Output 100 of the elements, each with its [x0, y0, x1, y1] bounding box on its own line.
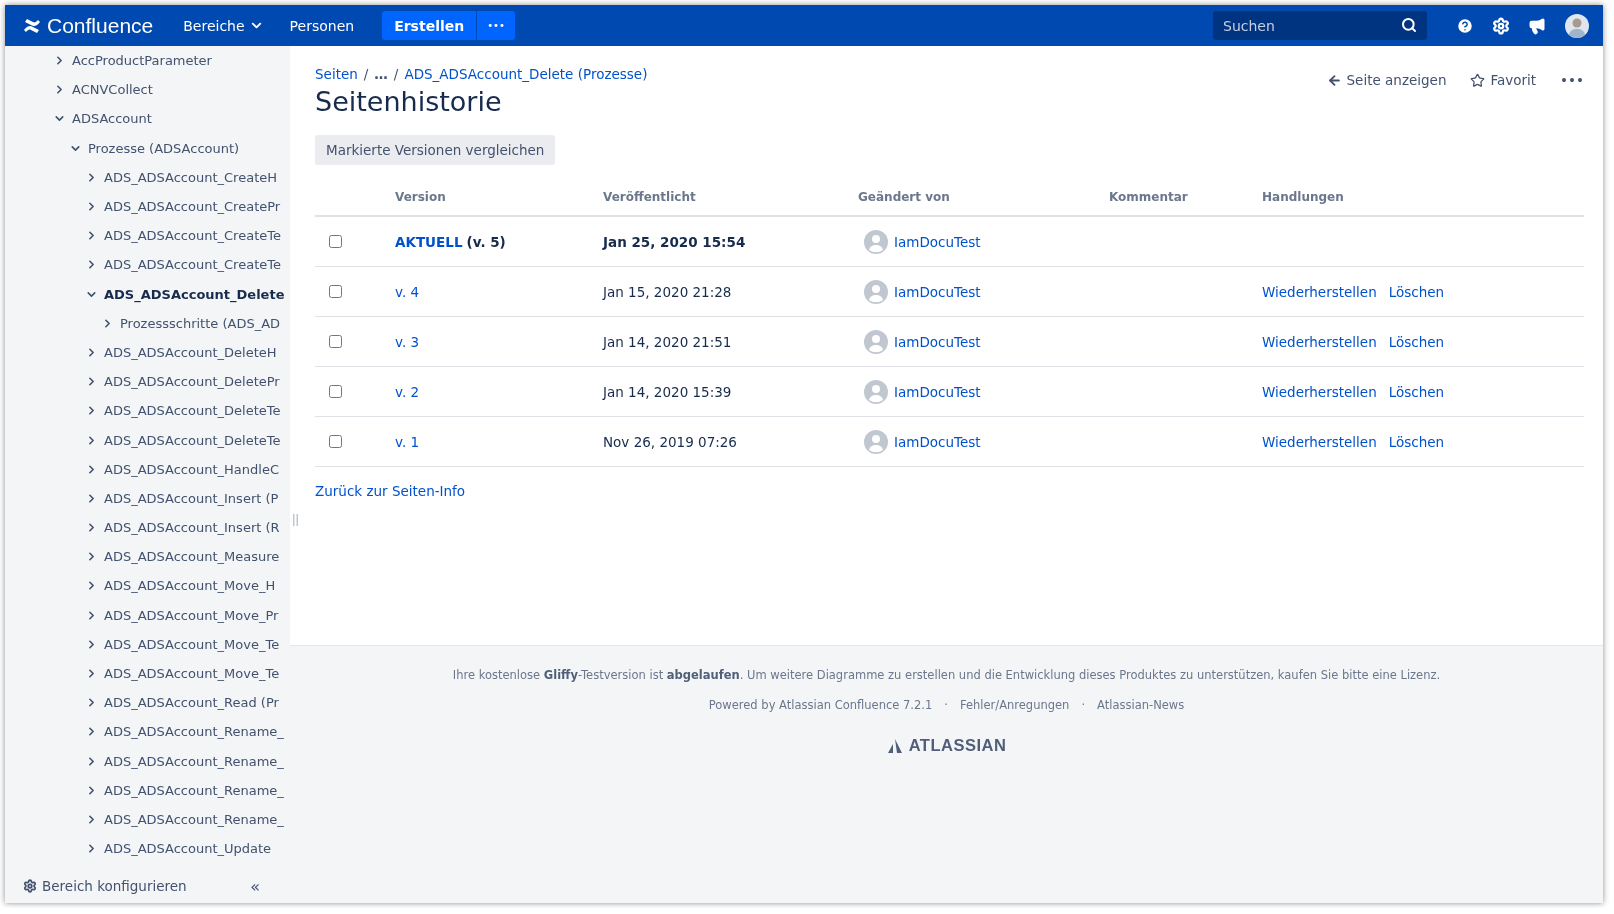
author-link[interactable]: IamDocuTest [894, 383, 981, 400]
tree-item[interactable]: Prozesse (ADSAccount) [5, 133, 290, 163]
tree-item[interactable]: ADS_ADSAccount_Rename_ [5, 746, 290, 776]
user-avatar [864, 329, 888, 354]
tree-item[interactable]: ADS_ADSAccount_Rename_ [5, 804, 290, 835]
author-link[interactable]: IamDocuTest [894, 233, 981, 250]
row-checkbox[interactable] [329, 435, 342, 448]
tree-item[interactable]: ADS_ADSAccount_CreateH [5, 162, 290, 192]
author-link[interactable]: IamDocuTest [894, 333, 981, 350]
breadcrumb-link[interactable]: Seiten [315, 66, 358, 82]
footer-separator: · [1080, 698, 1087, 712]
tree-item[interactable]: ADS_ADSAccount_Move_Te [5, 658, 290, 689]
tree-item[interactable]: ADS_ADSAccount_Move_Te [5, 629, 290, 659]
footer-link[interactable]: Fehler/Anregungen [959, 698, 1070, 712]
page-title: Seitenhistorie [315, 86, 503, 117]
tree-item[interactable]: AccProductParameter [5, 46, 290, 76]
footer-text: Powered by Atlassian Confluence 7.2.1 [708, 698, 933, 712]
help-icon[interactable] [1456, 16, 1474, 35]
tree-item[interactable]: ADS_ADSAccount_DeletePr [5, 367, 290, 397]
tree-item[interactable]: ADS_ADSAccount_HandleC [5, 454, 290, 484]
action-link[interactable]: Wiederherstellen [1262, 283, 1377, 300]
more-actions-button[interactable]: ••• [1560, 72, 1584, 88]
brand-name: ATLASSIAN [908, 736, 1007, 755]
collapse-sidebar-button[interactable]: « [250, 876, 260, 896]
row-checkbox[interactable] [329, 285, 342, 298]
tree-item[interactable]: ADS_ADSAccount_DeleteH [5, 337, 290, 368]
published-date: Jan 15, 2020 21:28 [603, 283, 733, 300]
breadcrumb-separator: / [393, 66, 399, 82]
column-header: Veröffentlicht [603, 190, 697, 204]
tree-item[interactable]: ADS_ADSAccount_Rename_ [5, 775, 290, 805]
version-link[interactable]: v. 3 [395, 333, 420, 350]
compare-button[interactable]: Markierte Versionen vergleichen [315, 135, 556, 165]
tree-item[interactable]: ADS_ADSAccount_Move_H [5, 571, 290, 601]
action-link[interactable]: Wiederherstellen [1262, 383, 1377, 400]
tree-item[interactable]: ADS_ADSAccount_Move_Pr [5, 600, 290, 630]
app-name[interactable]: Confluence [47, 13, 154, 38]
action-link[interactable]: Wiederherstellen [1262, 433, 1377, 450]
tree-item[interactable]: ADS_ADSAccount_DeleteTe [5, 396, 290, 426]
tree-item[interactable]: ADS_ADSAccount_Measure [5, 542, 290, 572]
tree-item[interactable]: ADS_ADSAccount_Update [5, 834, 290, 864]
view-page-button[interactable]: Seite anzeigen [1326, 72, 1447, 88]
tree-item[interactable]: ADS_ADSAccount_Insert (R [5, 513, 290, 543]
footer-separator: · [943, 698, 949, 712]
author-link[interactable]: IamDocuTest [894, 283, 981, 300]
published-date: Jan 14, 2020 15:39 [603, 383, 733, 400]
tree-item[interactable]: ADS_ADSAccount_Read (Pr [5, 688, 290, 718]
column-header: Handlungen [1262, 190, 1345, 204]
search-field[interactable]: Suchen [1213, 11, 1427, 40]
star-icon [1470, 72, 1486, 88]
more-button[interactable]: ••• [476, 11, 515, 40]
breadcrumb-link[interactable]: … [374, 66, 388, 82]
settings-icon [23, 879, 37, 893]
published-date: Nov 26, 2019 07:26 [603, 433, 738, 450]
brand-icon [886, 737, 903, 754]
action-link[interactable]: Löschen [1388, 383, 1445, 400]
tree-item[interactable]: ADS_ADSAccount_DeleteTe [5, 425, 290, 455]
license-notice: Ihre kostenlose Gliffy-Testversion ist abgelaufen. Um weitere Diagramme zu erstellen und die Entwicklung dieses Produktes zu unterstützen, kaufen Sie bitte eine Lizenz. [452, 668, 1441, 682]
published-date: Jan 25, 2020 15:54 [603, 233, 747, 250]
column-header: Version [395, 190, 447, 204]
tree-item[interactable]: ADS_ADSAccount_Rename_ [5, 717, 290, 747]
version-number: (v. 5) [466, 233, 506, 250]
row-checkbox[interactable] [329, 385, 342, 398]
tree-item[interactable]: ADS_ADSAccount_CreateTe [5, 221, 290, 251]
resize-handle-icon[interactable] [293, 514, 298, 526]
nav-item[interactable]: Personen [279, 11, 365, 40]
nav-item[interactable]: Bereiche [173, 11, 274, 40]
version-link[interactable]: v. 4 [395, 283, 420, 300]
version-link[interactable]: v. 2 [395, 383, 420, 400]
row-checkbox[interactable] [329, 335, 342, 348]
create-button[interactable]: Erstellen [382, 11, 477, 40]
search-icon [1401, 17, 1417, 33]
favorite-button[interactable]: Favorit [1470, 72, 1537, 88]
action-link[interactable]: Löschen [1388, 283, 1445, 300]
breadcrumb-link[interactable]: ADS_ADSAccount_Delete (Prozesse) [404, 66, 648, 82]
action-link[interactable]: Löschen [1388, 433, 1445, 450]
row-checkbox[interactable] [329, 235, 342, 248]
published-date: Jan 14, 2020 21:51 [603, 333, 733, 350]
action-link[interactable]: Löschen [1388, 333, 1445, 350]
action-link[interactable]: Wiederherstellen [1262, 333, 1377, 350]
tree-item[interactable]: ADS_ADSAccount_CreateTe [5, 250, 290, 280]
settings-icon[interactable] [1492, 16, 1510, 35]
footer-link[interactable]: Atlassian-News [1097, 698, 1185, 712]
back-link[interactable]: Zurück zur Seiten-Info [315, 483, 466, 499]
user-avatar [864, 279, 888, 304]
tree-item[interactable]: ADS_ADSAccount_Insert (P [5, 483, 290, 513]
breadcrumb-separator: / [363, 66, 369, 82]
tree-item[interactable]: ADSAccount [5, 104, 290, 134]
logo-icon [23, 17, 41, 34]
tree-item[interactable]: ACNVCollect [5, 75, 290, 105]
megaphone-icon[interactable] [1528, 16, 1546, 35]
version-link[interactable]: AKTUELL [395, 233, 463, 250]
version-link[interactable]: v. 1 [395, 433, 420, 450]
user-avatar [864, 379, 888, 404]
user-avatar[interactable] [1565, 13, 1589, 38]
tree-item[interactable]: ADS_ADSAccount_CreatePr [5, 191, 290, 222]
user-avatar [864, 429, 888, 454]
author-link[interactable]: IamDocuTest [894, 433, 981, 450]
tree-item[interactable]: ADS_ADSAccount_Delete [5, 279, 290, 309]
tree-item[interactable]: Prozessschritte (ADS_AD [5, 308, 290, 338]
configure-space-button[interactable]: Bereich konfigurieren [23, 878, 187, 894]
